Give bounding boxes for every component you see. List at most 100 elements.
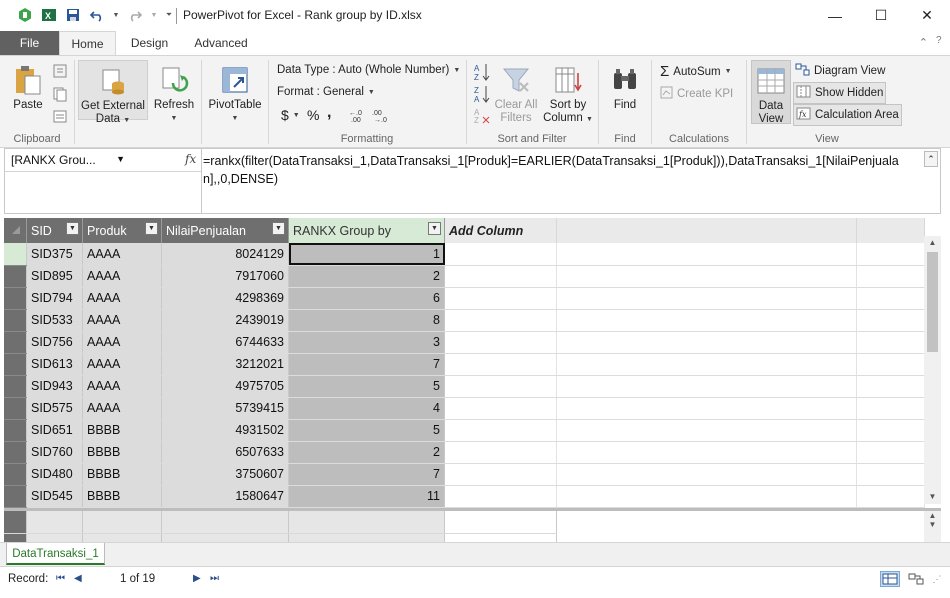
customize-qat-icon[interactable]: ⏷: [164, 6, 174, 24]
filter-dropdown-icon[interactable]: ▼: [272, 222, 285, 235]
next-record-icon[interactable]: ▶: [193, 573, 201, 584]
cut-icon[interactable]: [52, 63, 68, 82]
table-row[interactable]: SID613 AAAA 3212021 7: [4, 353, 925, 376]
table-row[interactable]: SID794 AAAA 4298369 6: [4, 287, 925, 310]
close-button[interactable]: ✕: [904, 0, 950, 31]
column-header-nilaipenjualan[interactable]: NilaiPenjualan ▼: [161, 218, 289, 243]
calc-cell[interactable]: [288, 511, 445, 534]
cell-produk[interactable]: AAAA: [82, 243, 162, 266]
redo-icon[interactable]: [126, 6, 144, 24]
column-header-rankx-group-by[interactable]: RANKX Group by ▼: [288, 218, 445, 243]
calc-cell[interactable]: [161, 511, 289, 534]
table-row[interactable]: SID575 AAAA 5739415 4: [4, 397, 925, 420]
calc-cell[interactable]: [161, 533, 289, 542]
cell-rankx-group-by[interactable]: 4: [288, 397, 445, 420]
tab-advanced[interactable]: Advanced: [189, 31, 253, 55]
table-row[interactable]: SID533 AAAA 2439019 8: [4, 309, 925, 332]
cell-add-column[interactable]: [444, 375, 557, 398]
autosum-button[interactable]: Σ AutoSum ▼: [660, 63, 732, 80]
help-icon[interactable]: ?: [936, 35, 948, 51]
cell-sid[interactable]: SID760: [26, 441, 83, 464]
cell-add-column[interactable]: [444, 419, 557, 442]
sort-descending-icon[interactable]: ZA: [474, 84, 490, 107]
cell-produk[interactable]: BBBB: [82, 485, 162, 508]
row-header[interactable]: [4, 441, 27, 464]
tab-file[interactable]: File: [0, 31, 59, 55]
cell-blank[interactable]: [556, 375, 857, 398]
cell-nilaipenjualan[interactable]: 6507633: [161, 441, 289, 464]
cell-sid[interactable]: SID533: [26, 309, 83, 332]
cell-produk[interactable]: AAAA: [82, 287, 162, 310]
cell-blank[interactable]: [856, 441, 925, 464]
scroll-up-icon[interactable]: ▲: [924, 236, 941, 250]
row-header[interactable]: [4, 397, 27, 420]
cell-add-column[interactable]: [444, 463, 557, 486]
row-header[interactable]: [4, 287, 27, 310]
cell-add-column[interactable]: [444, 441, 557, 464]
calc-cell[interactable]: [444, 533, 557, 542]
row-header[interactable]: [4, 375, 27, 398]
cell-produk[interactable]: AAAA: [82, 309, 162, 332]
row-header[interactable]: [4, 353, 27, 376]
cell-sid[interactable]: SID575: [26, 397, 83, 420]
cell-blank[interactable]: [856, 419, 925, 442]
last-record-icon[interactable]: ⏭: [210, 573, 219, 584]
save-icon[interactable]: [64, 6, 82, 24]
calc-cell[interactable]: [82, 511, 162, 534]
cell-sid[interactable]: SID375: [26, 243, 83, 266]
resize-grip-icon[interactable]: ⋰: [932, 571, 942, 587]
clear-sort-icon[interactable]: AZ: [474, 107, 490, 128]
cell-nilaipenjualan[interactable]: 4931502: [161, 419, 289, 442]
cell-blank[interactable]: [556, 485, 857, 508]
cell-rankx-group-by[interactable]: 1: [288, 243, 445, 266]
cell-add-column[interactable]: [444, 397, 557, 420]
find-button[interactable]: Find: [603, 64, 647, 112]
calc-cell[interactable]: [82, 533, 162, 542]
cell-blank[interactable]: [856, 243, 925, 266]
calc-area-scrollbar[interactable]: ▲ ▼: [924, 511, 941, 542]
cell-produk[interactable]: BBBB: [82, 419, 162, 442]
cell-rankx-group-by[interactable]: 3: [288, 331, 445, 354]
cell-sid[interactable]: SID794: [26, 287, 83, 310]
maximize-button[interactable]: ☐: [858, 0, 904, 31]
cell-blank[interactable]: [856, 353, 925, 376]
minimize-button[interactable]: —: [812, 0, 858, 31]
cell-add-column[interactable]: [444, 287, 557, 310]
expand-formula-icon[interactable]: ⌃: [924, 151, 938, 167]
clear-all-filters-button[interactable]: Clear All Filters: [493, 64, 539, 125]
paste-button[interactable]: Paste: [8, 64, 48, 112]
comma-button[interactable]: ,: [327, 104, 331, 122]
row-header[interactable]: [4, 485, 27, 508]
cell-nilaipenjualan[interactable]: 1580647: [161, 485, 289, 508]
calc-cell[interactable]: [288, 533, 445, 542]
name-box[interactable]: [RANKX Grou... ▼: [7, 151, 201, 171]
diagram-view-status-icon[interactable]: [906, 571, 926, 587]
cell-produk[interactable]: AAAA: [82, 375, 162, 398]
cell-blank[interactable]: [556, 463, 857, 486]
sheet-tab-datatransaksi[interactable]: DataTransaksi_1: [6, 543, 105, 565]
select-all-corner[interactable]: [4, 218, 27, 243]
filter-dropdown-icon[interactable]: ▼: [145, 222, 158, 235]
filter-dropdown-icon[interactable]: ▼: [428, 222, 441, 235]
table-row[interactable]: SID480 BBBB 3750607 7: [4, 463, 925, 486]
paste-append-icon[interactable]: [52, 108, 68, 127]
row-header[interactable]: [4, 331, 27, 354]
increase-decimal-icon[interactable]: ←.0.00: [349, 107, 367, 126]
copy-icon[interactable]: [52, 86, 68, 105]
add-column-header[interactable]: Add Column: [444, 218, 557, 243]
cell-blank[interactable]: [556, 309, 857, 332]
cell-sid[interactable]: SID756: [26, 331, 83, 354]
cell-produk[interactable]: BBBB: [82, 441, 162, 464]
decrease-decimal-icon[interactable]: .00 →.0: [372, 107, 390, 126]
scroll-up-icon[interactable]: ▲: [924, 511, 941, 520]
table-row[interactable]: SID760 BBBB 6507633 2: [4, 441, 925, 464]
get-external-data-button[interactable]: Get External Data ▼: [78, 60, 148, 125]
sort-ascending-icon[interactable]: AZ: [474, 62, 490, 85]
cell-blank[interactable]: [856, 485, 925, 508]
cell-blank[interactable]: [556, 287, 857, 310]
cell-rankx-group-by[interactable]: 11: [288, 485, 445, 508]
row-header[interactable]: [4, 463, 27, 486]
table-row[interactable]: SID651 BBBB 4931502 5: [4, 419, 925, 442]
cell-blank[interactable]: [556, 397, 857, 420]
undo-icon[interactable]: [88, 6, 106, 24]
